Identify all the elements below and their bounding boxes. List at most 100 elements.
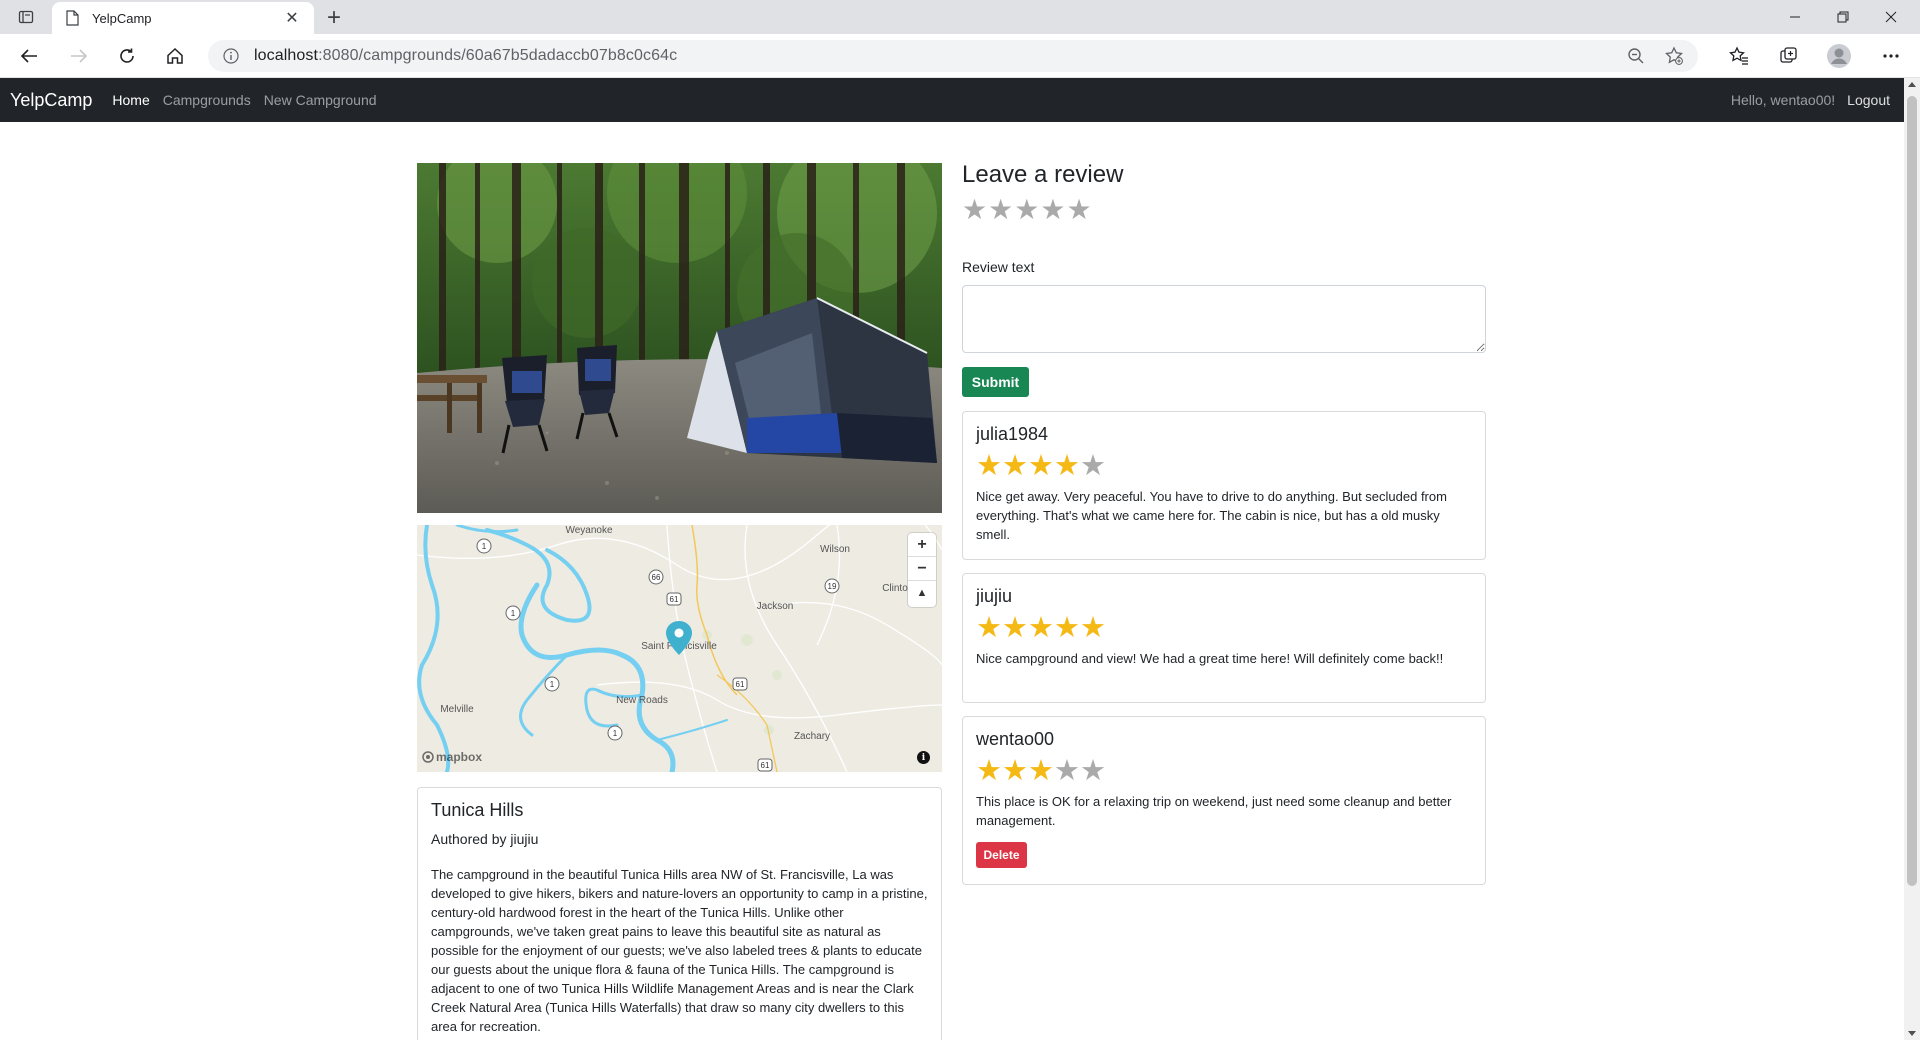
route-shield-1a: 1: [476, 538, 492, 554]
star-icon: ★: [1002, 448, 1028, 482]
mapbox-logo[interactable]: mapbox: [422, 750, 482, 764]
route-shield-66: 66: [648, 569, 664, 585]
campground-author: Authored by jiujiu: [431, 831, 539, 847]
close-tab-icon[interactable]: ✕: [282, 8, 302, 28]
star-icon: ★: [1080, 610, 1106, 644]
star-icon: ★: [1054, 448, 1080, 482]
submit-review-button[interactable]: Submit: [962, 367, 1029, 397]
star-icon: ★: [1080, 448, 1106, 482]
url-host: localhost: [254, 47, 319, 64]
zoom-out-map-icon[interactable]: −: [908, 557, 936, 581]
campground-description: The campground in the beautiful Tunica H…: [431, 867, 928, 1034]
svg-text:1: 1: [613, 729, 618, 738]
nav-home[interactable]: Home: [112, 92, 149, 108]
svg-text:61: 61: [670, 595, 679, 604]
delete-review-button[interactable]: Delete: [976, 842, 1027, 868]
scroll-down-icon[interactable]: [1908, 1031, 1916, 1036]
star-icon: ★: [1080, 753, 1106, 787]
back-icon[interactable]: [14, 42, 44, 70]
svg-text:1: 1: [511, 609, 516, 618]
svg-text:61: 61: [736, 680, 745, 689]
page-scrollbar[interactable]: [1904, 78, 1920, 1040]
rating-star-2[interactable]: ★: [988, 196, 1013, 224]
scroll-up-icon[interactable]: [1908, 82, 1916, 87]
rating-star-1[interactable]: ★: [962, 196, 987, 224]
review-rating: ★ ★ ★ ★ ★: [976, 753, 1472, 787]
map-place-weyanoke: Weyanoke: [565, 525, 613, 536]
favorites-icon[interactable]: [1724, 42, 1754, 70]
review-author: julia1984: [976, 424, 1049, 444]
review-body: Nice campground and view! We had a great…: [976, 651, 1444, 666]
review-form-heading: Leave a review: [962, 161, 1124, 188]
profile-avatar-icon[interactable]: [1824, 42, 1854, 70]
rating-star-3[interactable]: ★: [1014, 196, 1039, 224]
tab-title: YelpCamp: [92, 10, 152, 26]
rating-star-5[interactable]: ★: [1066, 196, 1091, 224]
svg-text:19: 19: [828, 582, 837, 591]
star-icon: ★: [976, 448, 1002, 482]
campground-photo: [417, 163, 942, 513]
zoom-in-icon[interactable]: +: [908, 533, 936, 557]
map-place-new-roads: New Roads: [616, 695, 668, 706]
campground-map[interactable]: Weyanoke Wilson Jackson Clinto Saint Fra…: [417, 525, 942, 772]
review-card: wentao00 ★ ★ ★ ★ ★ This place is OK for a re…: [962, 716, 1486, 885]
address-bar[interactable]: localhost:8080/campgrounds/60a67b5dadacc…: [208, 40, 1698, 72]
star-icon: ★: [1002, 753, 1028, 787]
map-controls: + − ▲: [908, 533, 936, 607]
logout-link[interactable]: Logout: [1847, 92, 1890, 108]
browser-tab-active[interactable]: YelpCamp ✕: [52, 2, 314, 34]
more-options-icon[interactable]: [1876, 42, 1906, 70]
map-place-clinton: Clinto: [882, 583, 908, 594]
review-rating: ★ ★ ★ ★ ★: [976, 448, 1472, 482]
svg-text:1: 1: [550, 680, 555, 689]
zoom-out-icon[interactable]: [1624, 44, 1648, 68]
home-icon[interactable]: [160, 42, 190, 70]
map-info-icon[interactable]: i: [917, 751, 930, 764]
route-shield-61c: 61: [757, 758, 773, 772]
add-favorite-icon[interactable]: [1662, 44, 1686, 68]
route-shield-61b: 61: [732, 677, 748, 691]
tab-actions-icon[interactable]: [12, 7, 40, 27]
new-tab-icon[interactable]: +: [320, 4, 348, 32]
map-place-jackson: Jackson: [757, 601, 794, 612]
rating-input[interactable]: ★ ★ ★ ★ ★: [962, 196, 1092, 224]
route-shield-61a: 61: [666, 592, 682, 606]
star-icon: ★: [1028, 610, 1054, 644]
brand-logo[interactable]: YelpCamp: [10, 90, 92, 111]
scrollbar-thumb[interactable]: [1907, 96, 1917, 886]
close-window-icon[interactable]: [1868, 0, 1914, 34]
browser-tab-strip: YelpCamp ✕ +: [0, 0, 1920, 34]
compass-icon[interactable]: ▲: [908, 581, 936, 605]
restore-icon[interactable]: [1820, 0, 1866, 34]
review-author: wentao00: [976, 729, 1055, 749]
site-info-icon[interactable]: [222, 47, 240, 65]
review-card: julia1984 ★ ★ ★ ★ ★ Nice get away. Very peac…: [962, 411, 1486, 560]
star-icon: ★: [1002, 610, 1028, 644]
review-rating: ★ ★ ★ ★ ★: [976, 610, 1472, 644]
route-shield-19: 19: [824, 578, 840, 594]
browser-toolbar: localhost:8080/campgrounds/60a67b5dadacc…: [0, 34, 1920, 78]
forward-icon[interactable]: [64, 42, 94, 70]
map-place-melville: Melville: [440, 704, 474, 715]
collections-icon[interactable]: [1774, 42, 1804, 70]
star-icon: ★: [976, 610, 1002, 644]
minimize-icon[interactable]: [1772, 0, 1818, 34]
rating-star-4[interactable]: ★: [1040, 196, 1065, 224]
reload-icon[interactable]: [112, 42, 142, 70]
review-text-label: Review text: [962, 259, 1035, 275]
url-text[interactable]: localhost:8080/campgrounds/60a67b5dadacc…: [254, 47, 677, 65]
campground-card: Tunica Hills Authored by jiujiu The camp…: [417, 787, 942, 1040]
nav-new-campground[interactable]: New Campground: [264, 92, 377, 108]
star-icon: ★: [976, 753, 1002, 787]
route-shield-1c: 1: [544, 676, 560, 692]
star-icon: ★: [1028, 753, 1054, 787]
review-card: jiujiu ★ ★ ★ ★ ★ Nice campground and view! W…: [962, 573, 1486, 703]
review-author: jiujiu: [976, 586, 1013, 606]
review-text-field[interactable]: [962, 285, 1486, 353]
page-icon: [64, 10, 80, 26]
nav-campgrounds[interactable]: Campgrounds: [163, 92, 251, 108]
user-greeting: Hello, wentao00!: [1730, 92, 1836, 108]
review-body: Nice get away. Very peaceful. You have t…: [976, 489, 1447, 542]
svg-text:66: 66: [652, 573, 661, 582]
route-shield-1b: 1: [505, 605, 521, 621]
